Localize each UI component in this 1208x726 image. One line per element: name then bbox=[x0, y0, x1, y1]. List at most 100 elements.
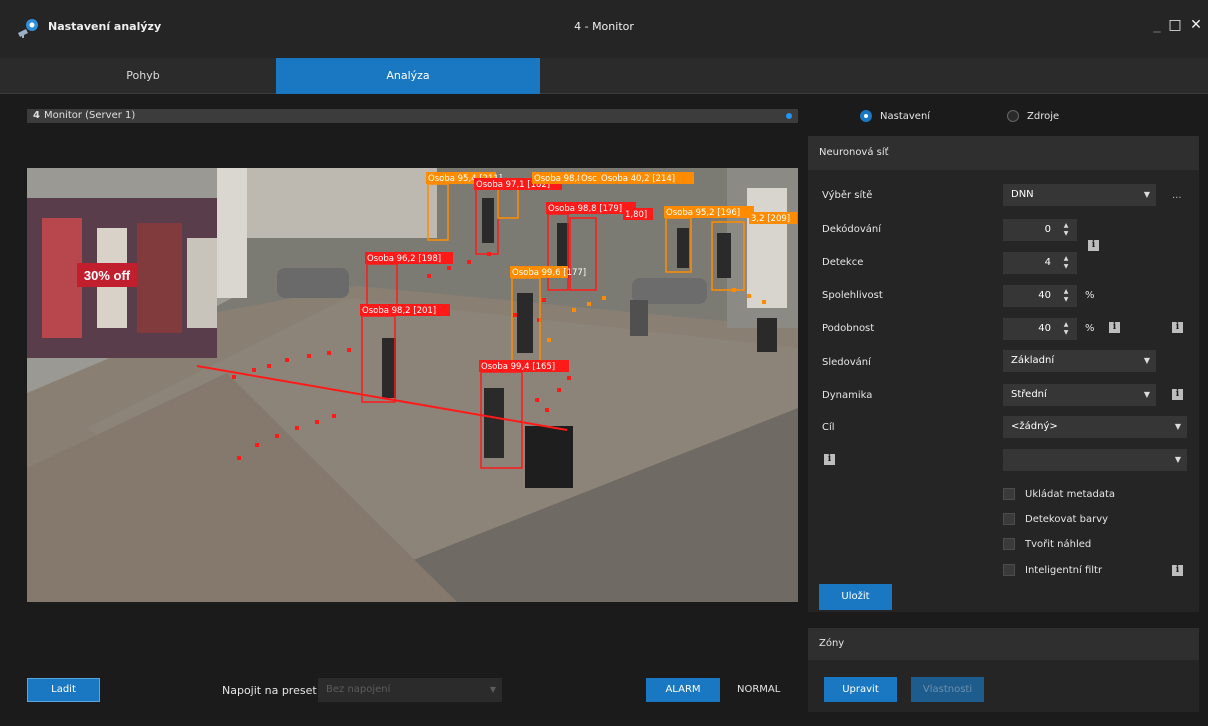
radio-nastaveni[interactable]: Nastavení bbox=[860, 109, 930, 123]
checkbox-label: Tvořit náhled bbox=[1025, 538, 1092, 550]
window-title: 4 - Monitor bbox=[574, 20, 634, 33]
checkbox-icon bbox=[1003, 538, 1015, 550]
panel-header: Neuronová síť bbox=[808, 136, 1199, 170]
status-dot-icon bbox=[786, 113, 792, 119]
detection-label: Osoba 98,2 [201] bbox=[362, 306, 436, 316]
target-label: Cíl bbox=[822, 422, 835, 433]
checkbox-icon bbox=[1003, 513, 1015, 525]
network-label: Výběr sítě bbox=[822, 190, 873, 201]
detection-label: Osoba 95,2 [196] bbox=[666, 208, 740, 218]
checkbox-icon bbox=[1003, 564, 1015, 576]
checkbox-icon bbox=[1003, 488, 1015, 500]
checkbox-intelligent-filter[interactable]: Inteligentní filtr bbox=[1003, 563, 1102, 577]
detection-label: Osoba 98,8 [179] bbox=[548, 204, 622, 214]
decoding-label: Dekódování bbox=[822, 224, 882, 235]
checkbox-create-preview[interactable]: Tvořit náhled bbox=[1003, 537, 1091, 551]
decoding-stepper[interactable]: 0 ▲ ▼ bbox=[1003, 219, 1077, 241]
tab-bar: Pohyb Analýza bbox=[0, 58, 1208, 94]
info-icon[interactable]: i bbox=[1172, 322, 1183, 333]
save-button[interactable]: Uložit bbox=[819, 584, 892, 610]
confidence-value: 40 bbox=[1038, 290, 1051, 301]
zones-header: Zóny bbox=[808, 628, 1199, 660]
preset-select[interactable]: Bez napojení ▼ bbox=[318, 678, 502, 702]
litter-bin bbox=[525, 426, 573, 488]
checkbox-detect-colors[interactable]: Detekovat barvy bbox=[1003, 512, 1108, 526]
radio-zdroje[interactable]: Zdroje bbox=[1007, 109, 1059, 123]
chevron-down-icon: ▼ bbox=[1143, 190, 1150, 199]
target-select[interactable]: <žádný> ▼ bbox=[1003, 416, 1187, 438]
sign-30-off: 30% off bbox=[77, 263, 137, 287]
zones-panel: Zóny Upravit Vlastnosti bbox=[808, 628, 1199, 712]
detection-label: Osoba 99,6 [177] bbox=[512, 268, 586, 278]
chevron-down-icon: ▼ bbox=[1143, 356, 1150, 365]
info-icon[interactable]: i bbox=[1172, 389, 1183, 400]
tracking-label: Sledování bbox=[822, 357, 871, 368]
similarity-value: 40 bbox=[1038, 323, 1051, 334]
confidence-stepper[interactable]: 40 ▲ ▼ bbox=[1003, 285, 1077, 307]
radio-label: Nastavení bbox=[880, 110, 931, 122]
preset-label: Napojit na preset bbox=[222, 684, 317, 697]
edit-zones-button[interactable]: Upravit bbox=[824, 677, 897, 702]
dynamics-value: Střední bbox=[1011, 389, 1047, 400]
detection-label: 3,2 [209] bbox=[751, 214, 790, 224]
monitor-label: 4 Monitor (Server 1) bbox=[33, 109, 135, 123]
similarity-stepper[interactable]: 40 ▲ ▼ bbox=[1003, 318, 1077, 340]
close-button[interactable]: ✕ bbox=[1185, 14, 1207, 36]
neural-network-panel: Neuronová síť Výběr sítě DNN ▼ ... Dekód… bbox=[808, 136, 1199, 612]
extra-select[interactable]: ▼ bbox=[1003, 449, 1187, 471]
camera-frame: 30% off Osoba 95,4 [211] Osoba 97,1 [182… bbox=[27, 168, 798, 602]
tracking-select[interactable]: Základní ▼ bbox=[1003, 350, 1156, 372]
zone-properties-button: Vlastnosti bbox=[911, 677, 984, 702]
similarity-unit: % bbox=[1085, 323, 1095, 334]
stepper-arrows-icon[interactable]: ▲ ▼ bbox=[1061, 222, 1071, 238]
detection-label: Osoba 96,2 [198] bbox=[367, 254, 441, 264]
stepper-arrows-icon[interactable]: ▲ ▼ bbox=[1061, 255, 1071, 271]
network-more-button[interactable]: ... bbox=[1172, 190, 1182, 201]
detection-label: Detekce bbox=[822, 257, 864, 268]
monitor-number: 4 bbox=[33, 110, 40, 121]
similarity-label: Podobnost bbox=[822, 323, 875, 334]
info-icon[interactable]: i bbox=[1172, 565, 1183, 576]
app-title: Nastavení analýzy bbox=[48, 20, 162, 33]
stepper-arrows-icon[interactable]: ▲ ▼ bbox=[1061, 288, 1071, 304]
dynamics-label: Dynamika bbox=[822, 390, 873, 401]
alarm-button[interactable]: ALARM bbox=[646, 678, 720, 702]
target-value: <žádný> bbox=[1011, 421, 1058, 432]
confidence-label: Spolehlivost bbox=[822, 290, 883, 301]
monitor-bar[interactable]: 4 Monitor (Server 1) bbox=[27, 109, 798, 123]
normal-label[interactable]: NORMAL bbox=[737, 684, 780, 695]
info-icon[interactable]: i bbox=[824, 454, 835, 465]
checkbox-label: Ukládat metadata bbox=[1025, 488, 1116, 500]
analytics-camera-icon bbox=[18, 19, 38, 38]
checkbox-label: Detekovat barvy bbox=[1025, 513, 1109, 525]
network-select[interactable]: DNN ▼ bbox=[1003, 184, 1156, 206]
chevron-down-icon: ▼ bbox=[1143, 390, 1150, 399]
checkbox-label: Inteligentní filtr bbox=[1025, 564, 1103, 576]
preset-value: Bez napojení bbox=[326, 684, 391, 695]
detection-label: Osc bbox=[581, 174, 597, 184]
maximize-button[interactable]: □ bbox=[1164, 14, 1186, 36]
info-icon[interactable]: i bbox=[1088, 240, 1099, 251]
sign-text: 30% off bbox=[84, 268, 131, 283]
checkbox-save-metadata[interactable]: Ukládat metadata bbox=[1003, 487, 1115, 501]
network-value: DNN bbox=[1011, 189, 1034, 200]
video-preview[interactable]: 30% off Osoba 95,4 [211] Osoba 97,1 [182… bbox=[27, 168, 798, 602]
radio-unselected-icon bbox=[1007, 110, 1019, 122]
info-icon[interactable]: i bbox=[1109, 322, 1120, 333]
ladit-button[interactable]: Ladit bbox=[27, 678, 100, 702]
tracking-value: Základní bbox=[1011, 355, 1055, 366]
radio-selected-icon bbox=[860, 110, 872, 122]
chevron-down-icon: ▼ bbox=[1174, 422, 1181, 431]
confidence-unit: % bbox=[1085, 290, 1095, 301]
dynamics-select[interactable]: Střední ▼ bbox=[1003, 384, 1156, 406]
chevron-down-icon: ▼ bbox=[1174, 455, 1181, 464]
tab-analyza[interactable]: Analýza bbox=[276, 58, 540, 94]
monitor-name: Monitor (Server 1) bbox=[43, 110, 136, 121]
tab-pohyb[interactable]: Pohyb bbox=[10, 58, 276, 94]
chevron-down-icon: ▼ bbox=[489, 685, 496, 694]
detection-label: Osoba 99,4 [165] bbox=[481, 362, 555, 372]
detection-label: 1,80] bbox=[625, 210, 647, 220]
stepper-arrows-icon[interactable]: ▲ ▼ bbox=[1061, 321, 1071, 337]
decoding-value: 0 bbox=[1044, 224, 1051, 235]
detection-stepper[interactable]: 4 ▲ ▼ bbox=[1003, 252, 1077, 274]
